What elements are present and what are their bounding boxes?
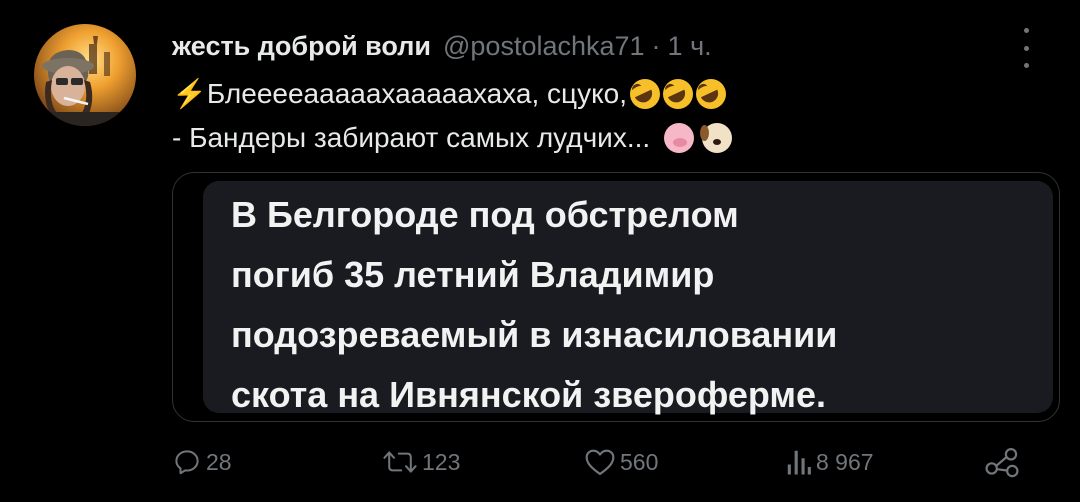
share-button[interactable] xyxy=(984,440,1024,484)
reply-icon xyxy=(175,450,199,475)
timestamp[interactable]: 1 ч. xyxy=(668,31,712,62)
reply-count: 28 xyxy=(206,448,232,475)
author-handle[interactable]: @postolachka71 xyxy=(443,31,645,62)
heart-icon xyxy=(585,449,615,476)
tweet-text-line-1-content: ⚡Блееееааааахааааахаха, сцуко, xyxy=(172,78,627,109)
action-bar: 28 123 560 8 967 xyxy=(172,440,1032,484)
tweet-header: жесть доброй воли @postolachka71 · 1 ч. xyxy=(172,28,712,64)
avatar[interactable] xyxy=(34,24,136,126)
tweet-media-image[interactable]: В Белгороде под обстрелом погиб 35 летни… xyxy=(172,172,1060,422)
dog-emoji xyxy=(700,123,733,153)
more-options-icon[interactable] xyxy=(1014,28,1038,68)
media-text-line: подозреваемый в изнасиловании xyxy=(231,314,838,355)
media-text: В Белгороде под обстрелом погиб 35 летни… xyxy=(231,185,1031,421)
tweet-text: ⚡Блееееааааахааааахаха, сцуко, - Бандеры… xyxy=(172,72,1032,160)
author-name[interactable]: жесть доброй воли xyxy=(172,31,431,62)
media-text-line: В Белгороде под обстрелом xyxy=(231,194,739,235)
repost-button[interactable]: 123 xyxy=(382,440,460,484)
reply-button[interactable]: 28 xyxy=(172,440,232,484)
views-button[interactable]: 8 967 xyxy=(786,440,874,484)
rofl-emoji xyxy=(663,79,693,109)
tweet-text-line-2-content: - Бандеры забирают самых лудчих... xyxy=(172,122,651,153)
tweet-text-line-2: - Бандеры забирают самых лудчих... xyxy=(172,116,1032,160)
media-text-line: погиб 35 летний Владимир xyxy=(231,254,715,295)
rofl-emoji xyxy=(696,79,726,109)
views-icon xyxy=(787,450,811,475)
avatar-image xyxy=(34,24,136,126)
pig-emoji xyxy=(664,123,695,153)
share-icon xyxy=(985,448,1019,478)
like-button[interactable]: 560 xyxy=(584,440,658,484)
rofl-emoji xyxy=(630,79,660,109)
repost-count: 123 xyxy=(422,448,461,475)
repost-icon xyxy=(383,451,417,473)
views-count: 8 967 xyxy=(816,448,874,475)
media-text-line: скота на Ивнянской звероферме. xyxy=(231,374,827,415)
like-count: 560 xyxy=(620,448,659,475)
tweet-text-line-1: ⚡Блееееааааахааааахаха, сцуко, xyxy=(172,72,1032,116)
separator-dot: · xyxy=(651,30,661,61)
